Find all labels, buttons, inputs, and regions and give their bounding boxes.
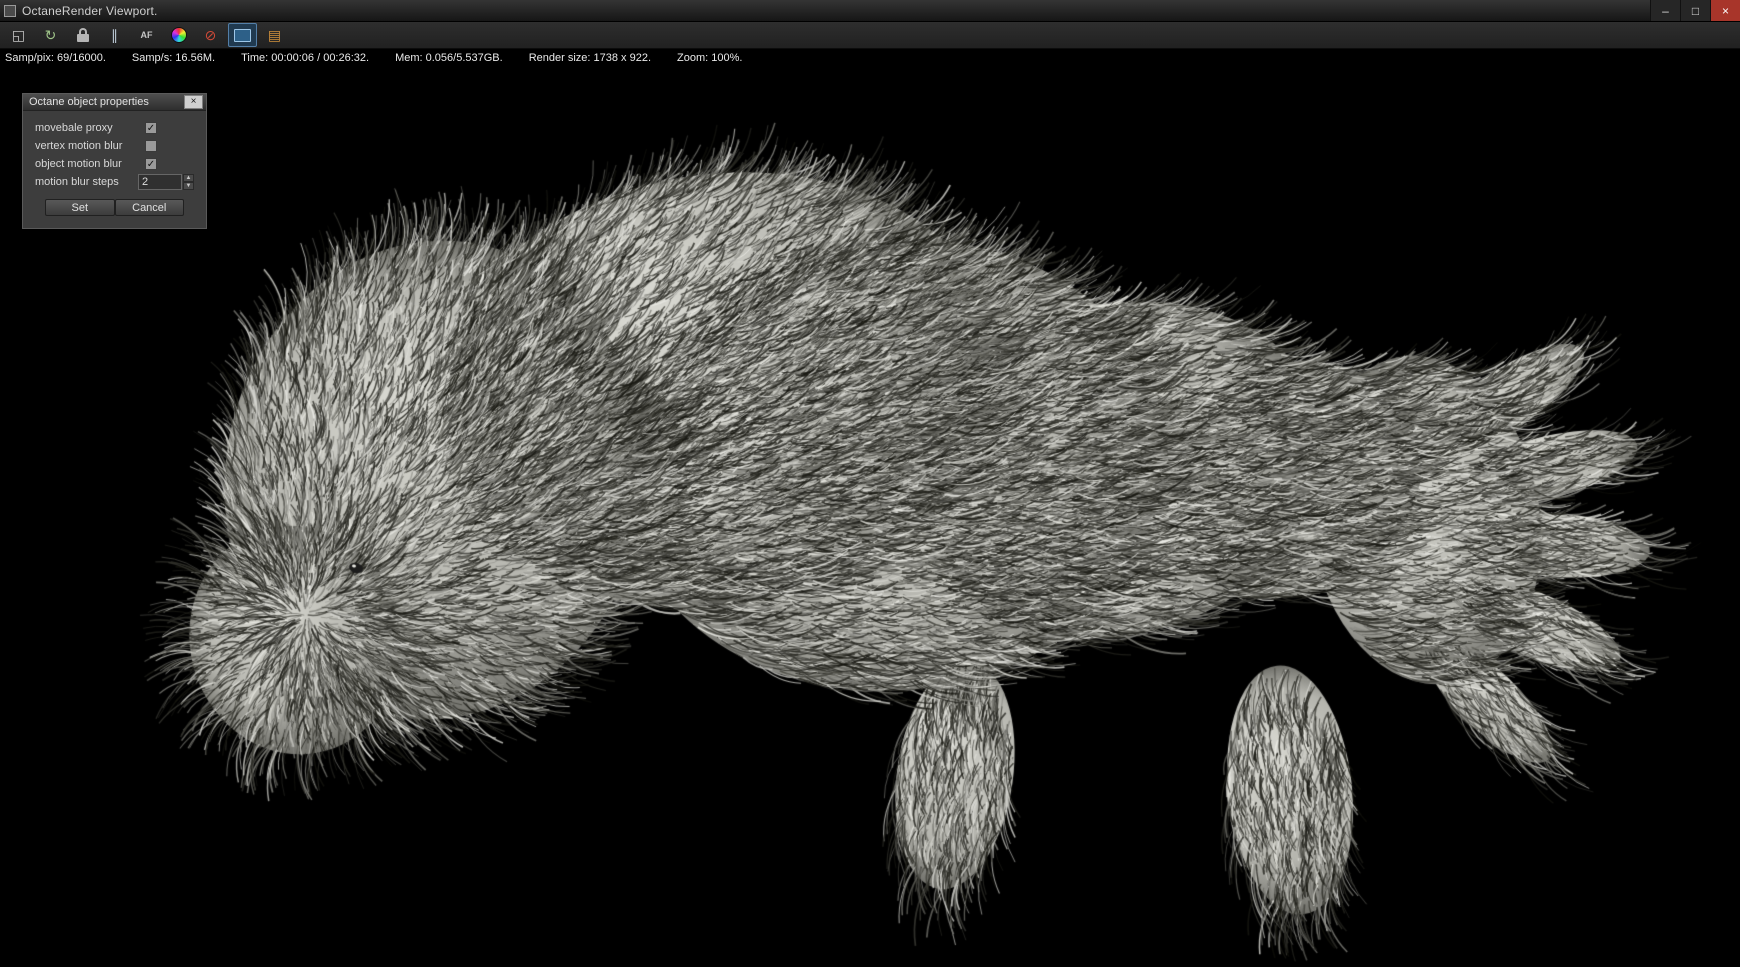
checkbox-movebale-proxy[interactable]: ✓ (145, 122, 157, 134)
dialog-title: Octane object properties (29, 96, 149, 108)
window-controls: – □ × (1650, 0, 1740, 21)
autofocus-button[interactable]: AF (132, 23, 161, 47)
restart-render-button[interactable]: ↻ (36, 23, 65, 47)
motion-blur-steps-input[interactable] (138, 174, 182, 190)
close-button[interactable]: × (1710, 0, 1740, 21)
property-label: movebale proxy (35, 122, 113, 134)
status-segment: Zoom: 100%. (677, 51, 743, 64)
checkbox-object-motion-blur[interactable]: ✓ (145, 158, 157, 170)
property-row: movebale proxy ✓ (35, 119, 194, 137)
save-image-button[interactable]: ▤ (260, 23, 289, 47)
property-row: motion blur steps ▲▼ (35, 173, 194, 191)
property-row: vertex motion blur (35, 137, 194, 155)
minimize-button[interactable]: – (1650, 0, 1680, 21)
status-segment: Time: 00:00:06 / 00:26:32. (241, 51, 370, 64)
lock-render-icon (76, 28, 89, 42)
window-title: OctaneRender Viewport. (22, 3, 158, 18)
render-viewport[interactable] (0, 64, 1740, 967)
restart-render-icon: ↻ (44, 27, 57, 43)
set-button[interactable]: Set (45, 199, 115, 216)
save-image-icon: ▤ (267, 27, 282, 43)
title-bar[interactable]: OctaneRender Viewport. – □ × (0, 0, 1740, 22)
clay-mode-button[interactable]: ⊘ (196, 23, 225, 47)
status-segment: Samp/s: 16.56M. (131, 51, 216, 64)
cancel-button[interactable]: Cancel (114, 199, 184, 216)
pause-render-icon: ∥ (111, 27, 118, 43)
render-image[interactable] (0, 64, 1740, 967)
render-region-button[interactable]: ◱ (4, 23, 33, 47)
lock-render-button[interactable] (68, 23, 97, 47)
render-region-icon: ◱ (11, 27, 26, 43)
property-label: object motion blur (35, 158, 122, 170)
spinner-up-icon[interactable]: ▲ (183, 174, 194, 182)
autofocus-icon: AF (140, 30, 153, 40)
toolbar: ◱ ↻ ∥ AF ⊘ ▤ (0, 22, 1740, 49)
color-wheel-icon (170, 27, 187, 43)
dialog-close-icon[interactable]: × (184, 95, 203, 109)
pause-render-button[interactable]: ∥ (100, 23, 129, 47)
viewport-display-icon (234, 28, 251, 42)
viewport-display-button[interactable] (228, 23, 257, 47)
status-segment: Mem: 0.056/5.537GB. (395, 51, 503, 64)
property-label: motion blur steps (35, 176, 119, 188)
status-segment: Samp/pix: 69/16000. (5, 51, 106, 64)
property-label: vertex motion blur (35, 140, 123, 152)
property-row: object motion blur ✓ (35, 155, 194, 173)
octane-object-properties-dialog: Octane object properties × movebale prox… (22, 93, 207, 229)
dialog-buttons: Set Cancel (35, 199, 194, 216)
spinner-down-icon[interactable]: ▼ (183, 182, 194, 190)
app-icon (4, 4, 16, 17)
octane-render-window: OctaneRender Viewport. – □ × ◱ ↻ ∥ AF ⊘ ▤ Sam… (0, 0, 1740, 967)
maximize-button[interactable]: □ (1680, 0, 1710, 21)
status-segment: Render size: 1738 x 922. (528, 51, 652, 64)
dialog-rows: movebale proxy ✓ vertex motion blur object … (35, 119, 194, 191)
checkbox-vertex-motion-blur[interactable] (145, 140, 157, 152)
color-wheel-button[interactable] (164, 23, 193, 47)
dialog-body: movebale proxy ✓ vertex motion blur object … (23, 111, 206, 228)
clay-mode-icon: ⊘ (204, 27, 217, 43)
dialog-title-bar[interactable]: Octane object properties × (23, 94, 206, 111)
